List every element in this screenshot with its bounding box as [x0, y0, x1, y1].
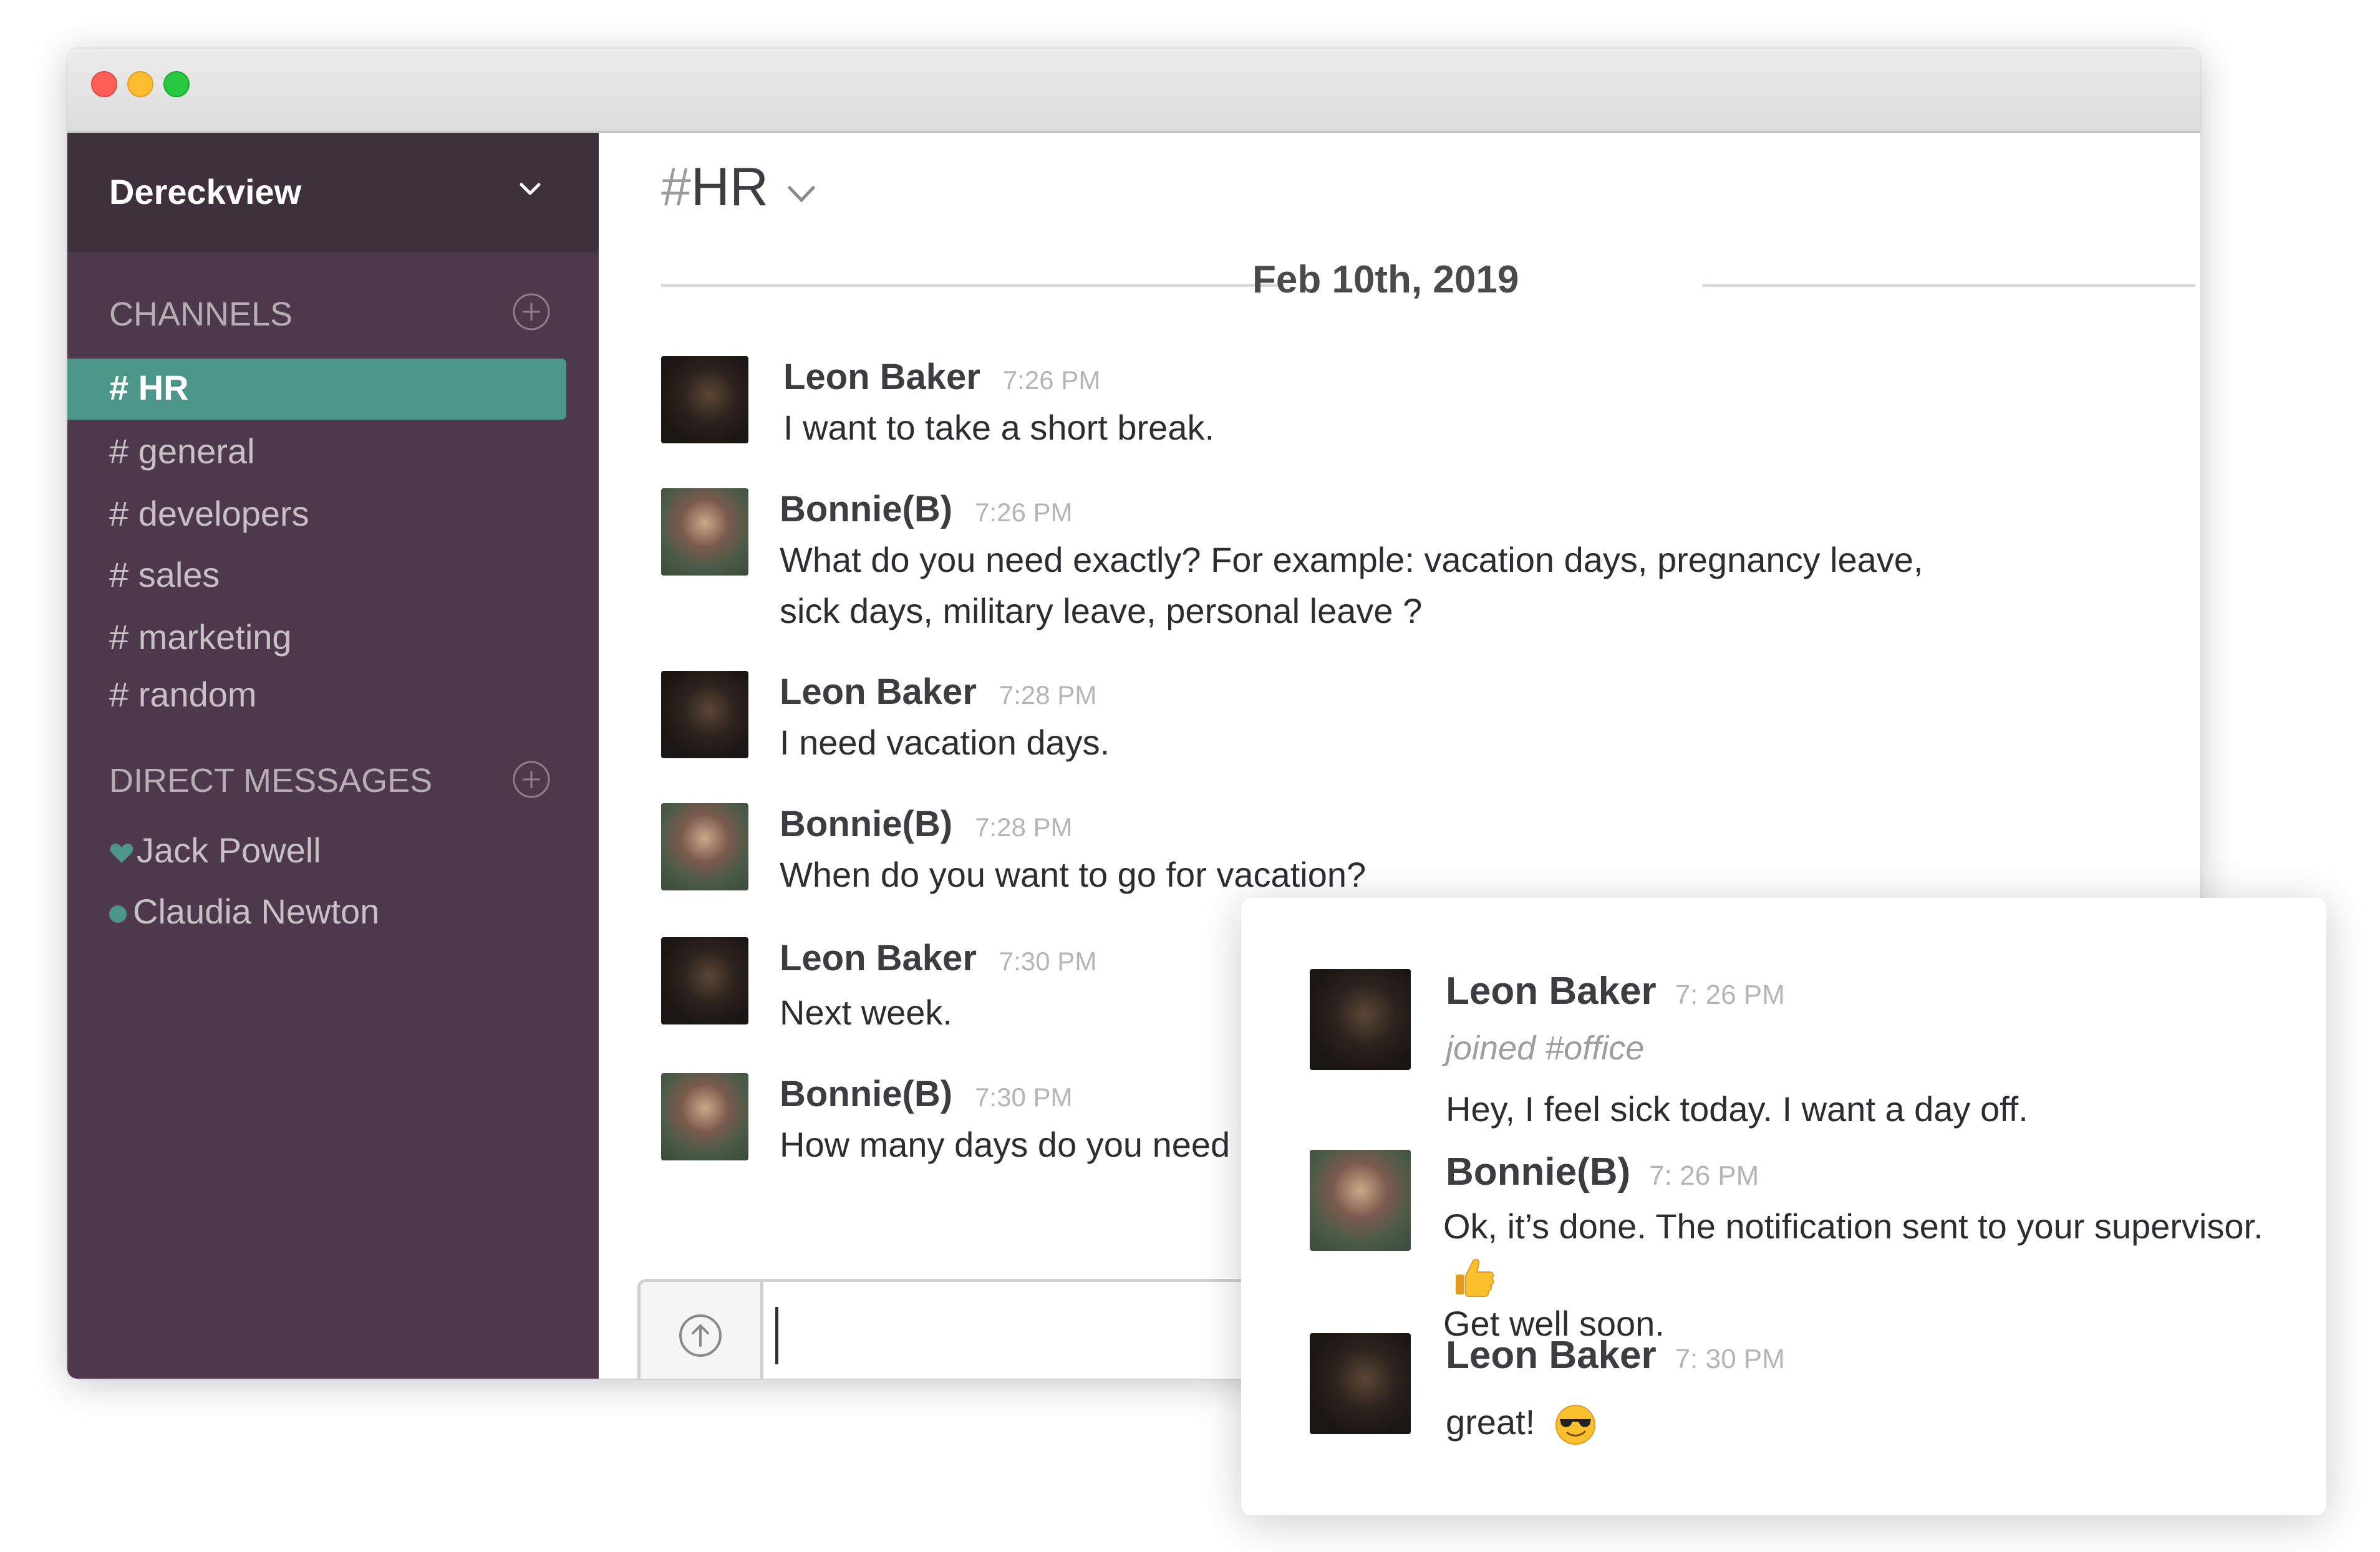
team-name: Dereckview — [109, 172, 302, 211]
message-timestamp: 7:26 PM — [975, 498, 1073, 527]
message-timestamp: 7:30 PM — [975, 1082, 1073, 1112]
dm-item-claudia-newton[interactable]: Claudia Newton — [109, 891, 379, 932]
message-author[interactable]: Bonnie(B) — [780, 489, 952, 529]
message-author[interactable]: Leon Baker — [783, 357, 980, 397]
arrow-up-circle-icon — [679, 1314, 722, 1357]
avatar[interactable] — [661, 937, 748, 1024]
add-channel-icon[interactable] — [511, 292, 551, 332]
presence-dot-icon — [109, 905, 127, 923]
message-composer — [637, 1279, 1330, 1379]
system-message: joined #office — [1446, 1029, 1645, 1067]
message-text: I need vacation days. — [780, 723, 1110, 762]
message-text: What do you need exactly? For example: v… — [780, 540, 1923, 630]
minimize-window-button[interactable] — [127, 71, 153, 97]
dm-item-label: Claudia Newton — [133, 892, 380, 931]
message-author[interactable]: Leon Baker — [780, 938, 977, 978]
channel-item-label: # HR — [109, 368, 189, 407]
heart-presence-icon — [110, 843, 133, 864]
close-window-button[interactable] — [91, 71, 117, 97]
channel-item-developers[interactable]: # developers — [109, 493, 309, 534]
channels-section-title: CHANNELS — [109, 296, 293, 333]
channel-title[interactable]: #HR — [661, 157, 768, 218]
channel-item-marketing[interactable]: # marketing — [109, 617, 292, 657]
message-timestamp: 7:28 PM — [999, 680, 1097, 710]
channel-name: HR — [690, 157, 769, 217]
team-header[interactable]: Dereckview — [67, 133, 599, 253]
avatar[interactable] — [661, 488, 748, 576]
date-divider-line — [1703, 284, 2195, 287]
sunglasses-emoji-icon — [1555, 1405, 1595, 1445]
avatar[interactable] — [1310, 1150, 1411, 1251]
thumbs-up-emoji-icon — [1456, 1259, 1494, 1298]
message-text: Next week. — [780, 993, 952, 1032]
message-timestamp: 7:26 PM — [1002, 365, 1101, 395]
message-input[interactable] — [775, 1307, 1155, 1364]
message-text: How many days do you need — [780, 1125, 1231, 1164]
avatar[interactable] — [661, 671, 748, 758]
channel-hash: # — [661, 157, 691, 217]
zoom-window-button[interactable] — [163, 71, 190, 97]
message-text-line: Ok, it’s done. The notification sent to … — [1443, 1207, 2263, 1246]
add-direct-message-icon[interactable] — [511, 759, 551, 799]
message-author[interactable]: Leon Baker — [780, 672, 977, 712]
message-author[interactable]: Leon Baker — [1446, 970, 1657, 1013]
message-author[interactable]: Leon Baker — [1446, 1334, 1657, 1377]
upload-button[interactable] — [641, 1282, 763, 1379]
channel-item-random[interactable]: # random — [109, 674, 257, 715]
message-text: Ok, it’s done. The notification sent to … — [1443, 1202, 2289, 1348]
direct-messages-section-title: DIRECT MESSAGES — [109, 762, 433, 799]
channel-item-sales[interactable]: # sales — [109, 554, 220, 595]
avatar[interactable] — [661, 1073, 748, 1160]
date-divider-line — [661, 284, 1282, 287]
message-text: I want to take a short break. — [783, 408, 1215, 447]
notification-card: Leon Baker 7: 26 PM joined #office Hey, I… — [1241, 898, 2326, 1515]
message-text: great! — [1446, 1398, 1597, 1447]
avatar[interactable] — [1310, 969, 1411, 1070]
message-timestamp: 7: 26 PM — [1675, 980, 1785, 1010]
message-author[interactable]: Bonnie(B) — [780, 804, 952, 844]
message-timestamp: 7:30 PM — [999, 947, 1097, 976]
date-divider-label: Feb 10th, 2019 — [1252, 258, 1519, 301]
message-timestamp: 7:28 PM — [975, 812, 1073, 842]
dm-item-label: Jack Powell — [137, 831, 321, 870]
message-author[interactable]: Bonnie(B) — [780, 1074, 952, 1114]
avatar[interactable] — [661, 803, 748, 890]
channel-item-hr[interactable]: # HR — [67, 359, 566, 420]
channel-item-general[interactable]: # general — [109, 431, 255, 471]
chevron-down-icon[interactable] — [518, 176, 543, 201]
chevron-down-icon[interactable] — [786, 181, 817, 206]
message-timestamp: 7: 30 PM — [1675, 1344, 1785, 1374]
title-bar — [67, 49, 2200, 133]
message-timestamp: 7: 26 PM — [1649, 1160, 1759, 1191]
message-text-content: great! — [1446, 1402, 1536, 1442]
avatar[interactable] — [661, 356, 748, 443]
dm-item-jack-powell[interactable]: Jack Powell — [109, 830, 321, 870]
message-text: When do you want to go for vacation? — [780, 855, 1367, 894]
message-text: Hey, I feel sick today. I want a day off… — [1446, 1089, 2028, 1129]
sidebar: Dereckview CHANNELS # HR # general # dev… — [67, 133, 599, 1379]
avatar[interactable] — [1310, 1333, 1411, 1434]
message-author[interactable]: Bonnie(B) — [1446, 1150, 1630, 1193]
